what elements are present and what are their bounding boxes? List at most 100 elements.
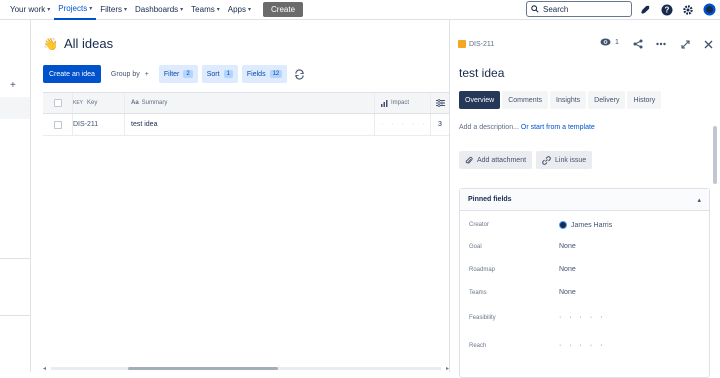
impact-rating: · · · · ·	[381, 121, 428, 128]
ideas-table: KEY Key Aa Summary Impact DIS-211 test i…	[43, 92, 449, 136]
column-key-label: Key	[87, 100, 98, 106]
scroll-left-icon[interactable]: ◂	[43, 365, 46, 372]
settings-icon[interactable]	[681, 3, 694, 16]
row-summary[interactable]: test idea	[125, 114, 375, 135]
sort-label: Sort	[206, 70, 220, 78]
scrollbar-thumb[interactable]	[128, 367, 278, 370]
description-placeholder[interactable]: Add a description...	[459, 124, 519, 131]
tab-overview[interactable]: Overview	[459, 91, 501, 109]
row-impact[interactable]: · · · · ·	[375, 114, 431, 135]
column-settings-icon[interactable]	[431, 93, 449, 113]
fields-label: Fields	[246, 70, 266, 78]
pinned-fields-header[interactable]: Pinned fields ▴	[460, 189, 709, 211]
add-attachment-button[interactable]: Add attachment	[459, 151, 533, 169]
chevron-down-icon: ▾	[124, 7, 128, 13]
field-label: Creator	[469, 222, 490, 228]
issue-key-label: DIS-211	[469, 40, 495, 48]
column-key[interactable]: KEY Key	[73, 93, 125, 113]
column-impact[interactable]: Impact	[375, 93, 431, 113]
field-creator: Creator James Harris	[469, 221, 699, 229]
share-icon[interactable]	[632, 38, 644, 50]
sync-icon[interactable]	[291, 65, 307, 83]
nav-filters[interactable]: Filters ▾	[96, 0, 131, 20]
horizontal-scrollbar[interactable]: ◂ ▸	[43, 365, 449, 372]
nav-your-work[interactable]: Your work ▾	[6, 0, 54, 20]
link-icon	[542, 155, 551, 165]
plus-icon: +	[144, 70, 149, 78]
filter-button[interactable]: Filter 2	[158, 65, 198, 83]
description-area[interactable]: Add a description... Or start from a tem…	[459, 124, 595, 131]
add-attachment-label: Add attachment	[477, 156, 527, 164]
nav-projects[interactable]: Projects ▾	[54, 0, 97, 20]
table-row[interactable]: DIS-211 test idea · · · · · 3	[43, 114, 449, 136]
idea-detail-panel: DIS-211 1 test idea Overview Comments In…	[449, 20, 720, 378]
row-key[interactable]: DIS-211	[73, 114, 125, 135]
watchers-button[interactable]: 1	[600, 38, 619, 46]
page-title: 👋 All ideas	[43, 36, 113, 51]
bar-chart-icon	[381, 99, 388, 107]
field-label: Goal	[469, 243, 482, 250]
eye-icon	[600, 38, 611, 46]
reach-rating[interactable]: · · · · ·	[559, 342, 605, 349]
create-button[interactable]: Create	[263, 2, 304, 17]
paperclip-icon	[465, 156, 473, 164]
notifications-icon[interactable]	[639, 3, 652, 16]
field-label: Teams	[469, 289, 487, 296]
nav-dashboards-label: Dashboards	[135, 5, 179, 14]
field-value[interactable]: None	[559, 243, 576, 250]
nav-teams[interactable]: Teams ▾	[187, 0, 224, 20]
sidebar-selected-item[interactable]	[0, 97, 30, 119]
fields-button[interactable]: Fields 12	[241, 65, 288, 83]
field-reach: Reach · · · · ·	[469, 342, 699, 349]
chevron-down-icon: ▾	[89, 6, 93, 12]
page-title-text: All ideas	[63, 36, 114, 51]
table-header: KEY Key Aa Summary Impact	[43, 92, 449, 114]
idea-title[interactable]: test idea	[459, 66, 504, 80]
sort-button[interactable]: Sort 1	[201, 65, 238, 83]
filter-label: Filter	[163, 70, 180, 78]
vertical-scrollbar[interactable]	[713, 120, 717, 370]
field-value[interactable]: None	[559, 266, 576, 273]
link-issue-label: Link issue	[555, 156, 587, 164]
more-options-icon[interactable]	[655, 38, 667, 50]
feasibility-rating[interactable]: · · · · ·	[559, 314, 605, 321]
expand-icon[interactable]	[679, 38, 691, 50]
close-icon[interactable]	[702, 38, 714, 50]
idea-type-icon	[458, 40, 466, 48]
template-link[interactable]: Or start from a template	[521, 124, 595, 131]
scrollbar-thumb[interactable]	[713, 126, 717, 184]
chevron-up-icon[interactable]: ▴	[697, 196, 701, 204]
add-icon[interactable]: +	[10, 80, 16, 91]
field-label: Reach	[469, 342, 487, 349]
field-value[interactable]: None	[559, 289, 576, 296]
chevron-down-icon: ▾	[247, 7, 251, 13]
tab-history[interactable]: History	[627, 91, 662, 109]
toolbar: Create an idea Group by + Filter 2 Sort …	[43, 65, 307, 83]
tab-insights[interactable]: Insights	[550, 91, 587, 109]
issue-key[interactable]: DIS-211	[458, 40, 494, 48]
create-idea-button[interactable]: Create an idea	[43, 65, 101, 83]
row-checkbox[interactable]	[43, 114, 73, 135]
field-value[interactable]: James Harris	[559, 221, 612, 229]
column-summary-label: Summary	[141, 100, 168, 106]
profile-avatar[interactable]	[703, 3, 716, 16]
search-icon	[531, 5, 539, 13]
column-summary[interactable]: Aa Summary	[125, 93, 375, 113]
filter-count-badge: 2	[183, 70, 193, 78]
select-all-checkbox[interactable]	[43, 93, 73, 113]
tab-delivery[interactable]: Delivery	[588, 91, 626, 109]
avatar	[559, 221, 567, 229]
link-issue-button[interactable]: Link issue	[536, 151, 593, 169]
field-roadmap: Roadmap None	[469, 266, 699, 273]
search-input[interactable]: Search	[526, 1, 632, 17]
chevron-down-icon: ▾	[216, 7, 220, 13]
tab-comments[interactable]: Comments	[502, 91, 549, 109]
sidebar-divider	[0, 315, 30, 316]
help-icon[interactable]: ?	[660, 3, 673, 16]
svg-text:?: ?	[664, 5, 669, 14]
nav-apps[interactable]: Apps ▾	[224, 0, 255, 20]
group-by-button[interactable]: Group by +	[105, 65, 155, 83]
nav-dashboards[interactable]: Dashboards ▾	[131, 0, 187, 20]
nav-your-work-label: Your work	[10, 5, 46, 14]
field-label: Feasibility	[469, 314, 496, 321]
